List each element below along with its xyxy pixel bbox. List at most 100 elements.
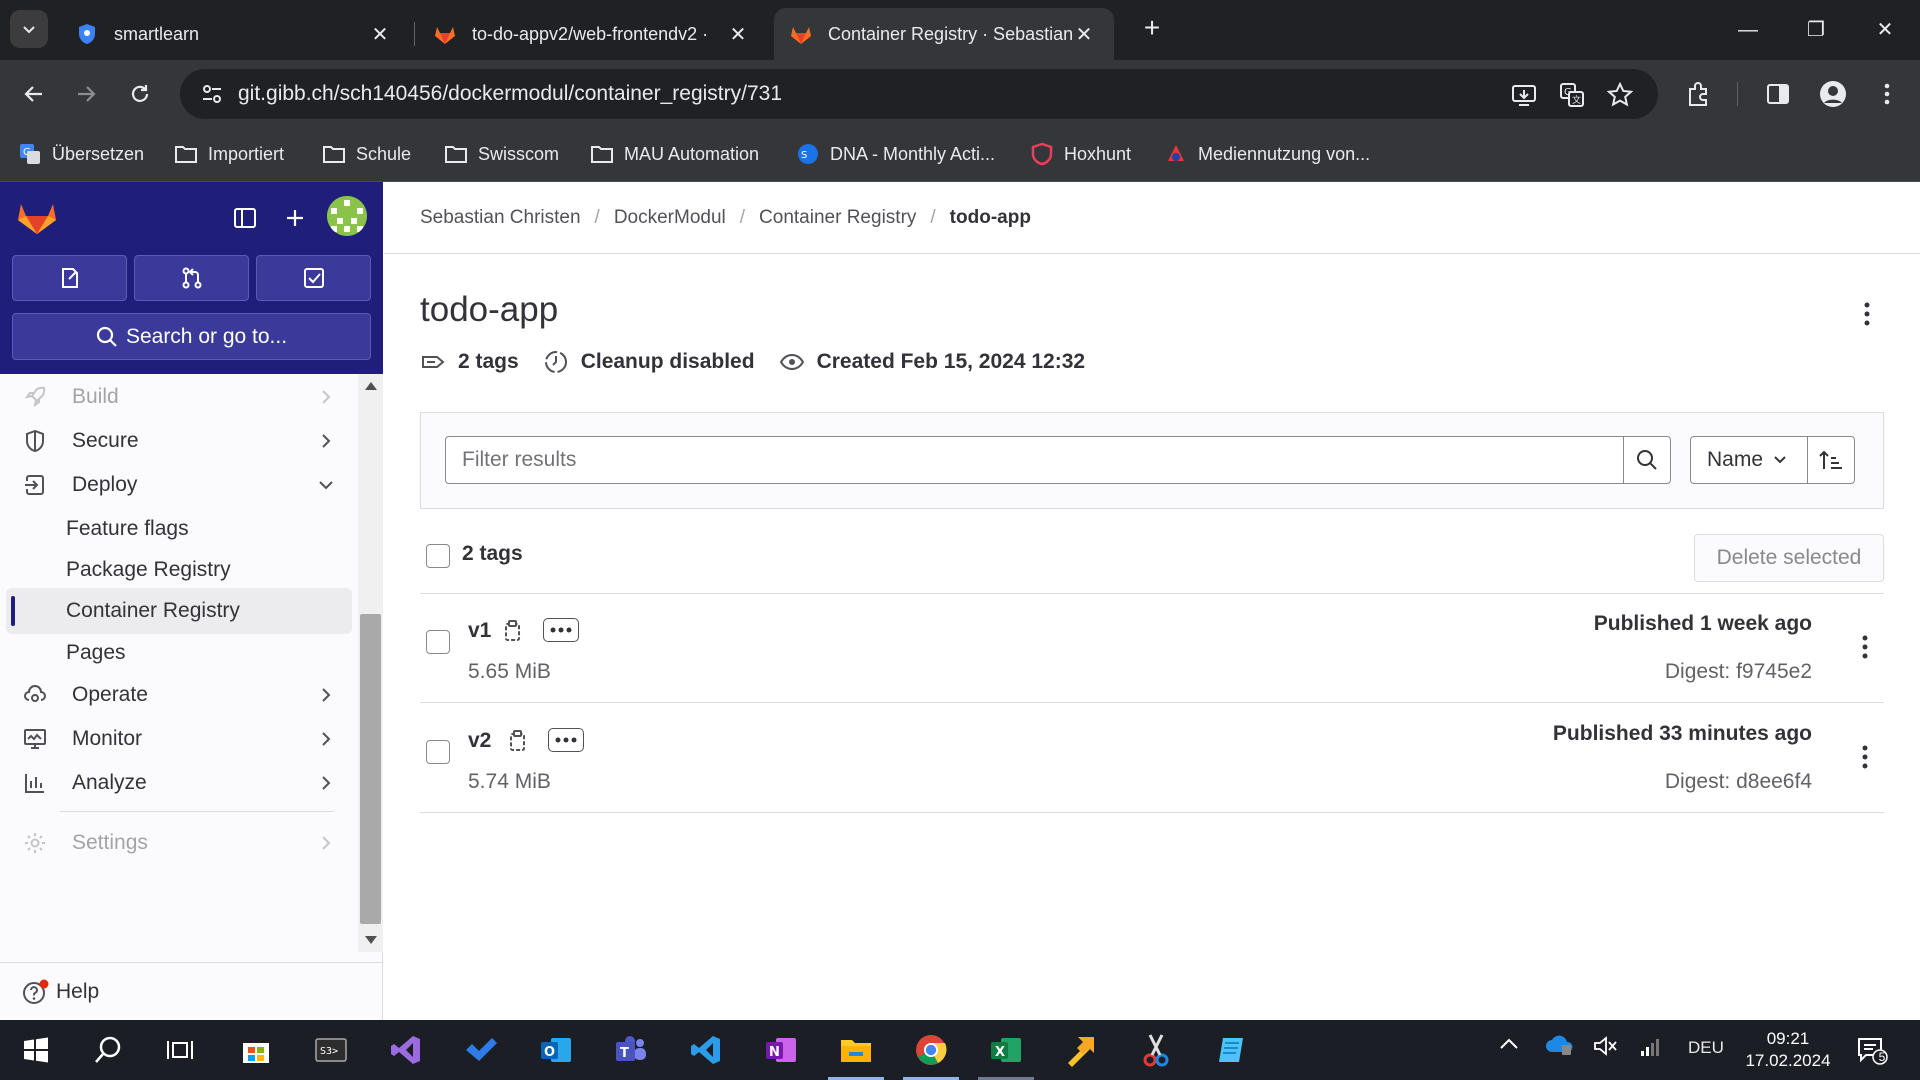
notepad-icon[interactable] [1209,1028,1253,1072]
notification-center-icon[interactable]: 5 [1850,1028,1894,1072]
bookmark-dna[interactable]: S DNA - Monthly Acti... [796,139,995,169]
browser-tab-container-registry[interactable]: Container Registry · Sebastian C ✕ [774,8,1114,60]
create-new-icon[interactable] [277,200,313,236]
tag-actions-button[interactable] [1850,737,1880,777]
sidebar-scrollbar[interactable] [358,374,383,952]
teams-icon[interactable]: T [609,1028,653,1072]
help-button[interactable]: Help [0,962,383,1020]
close-icon[interactable]: ✕ [1072,22,1096,47]
search-icon[interactable] [86,1028,130,1072]
translate-icon[interactable]: G文 [1558,81,1586,109]
bookmark-label: Hoxhunt [1064,143,1132,164]
bookmark-uebersetzen[interactable]: G Übersetzen [18,139,144,169]
profile-icon[interactable] [1815,76,1851,112]
avatar[interactable] [327,196,367,236]
back-button[interactable] [16,76,52,112]
merge-requests-button[interactable] [134,255,249,301]
new-tab-button[interactable]: + [1136,12,1168,44]
sidebar-item-secure[interactable]: Secure [6,418,352,464]
bookmark-swisscom[interactable]: Swisscom [444,139,559,169]
microsoft-store-icon[interactable] [234,1028,278,1072]
snipping-tool-icon[interactable] [1134,1028,1178,1072]
terminal-icon[interactable]: S3> [309,1028,353,1072]
todo-button[interactable] [256,255,371,301]
tray-overflow-chevron-icon[interactable] [1498,1036,1520,1056]
sort-by-dropdown[interactable]: Name [1690,436,1808,484]
gitlab-logo-icon[interactable] [16,196,58,238]
system-clock[interactable]: 09:21 17.02.2024 [1740,1028,1836,1072]
onenote-icon[interactable]: N [759,1028,803,1072]
sidebar-item-container-registry[interactable]: Container Registry [6,588,352,634]
browser-menu-icon[interactable] [1869,76,1905,112]
sidebar-item-operate[interactable]: Operate [6,672,352,718]
sidebar-item-deploy[interactable]: Deploy [6,462,352,508]
volume-muted-icon[interactable] [1592,1034,1618,1063]
bookmark-schule[interactable]: Schule [322,139,411,169]
breadcrumb-item-current[interactable]: todo-app [950,207,1031,229]
address-bar[interactable]: git.gibb.ch/sch140456/dockermodul/contai… [180,69,1658,119]
scroll-down-arrow-icon[interactable] [365,936,377,944]
bookmark-mau-automation[interactable]: MAU Automation [590,139,759,169]
expand-details-button[interactable] [543,618,579,642]
search-or-go-to-button[interactable]: Search or go to... [12,313,371,360]
visual-studio-icon[interactable] [384,1028,428,1072]
excel-icon[interactable]: X [984,1028,1028,1072]
install-app-icon[interactable] [1510,81,1538,109]
repository-actions-button[interactable] [1852,294,1882,334]
sidebar-item-pages[interactable]: Pages [6,630,352,676]
bookmark-mediennutzung[interactable]: Mediennutzung von... [1164,139,1370,169]
issues-button[interactable] [12,255,127,301]
bookmark-hoxhunt[interactable]: Hoxhunt [1030,139,1131,169]
expand-details-button[interactable] [548,728,584,752]
copy-icon[interactable] [505,728,531,754]
input-language[interactable]: DEU [1688,1038,1724,1058]
side-panel-icon[interactable] [1760,76,1796,112]
browser-tab-smartlearn[interactable]: smartlearn ✕ [60,8,410,60]
close-icon[interactable]: ✕ [726,22,750,47]
breadcrumb-item-project[interactable]: DockerModul [614,207,726,229]
close-icon[interactable]: ✕ [368,22,392,47]
bookmark-star-icon[interactable] [1606,81,1634,109]
task-view-icon[interactable] [158,1028,202,1072]
reload-button[interactable] [122,76,158,112]
minimize-icon[interactable]: — [1725,12,1771,48]
app-icon[interactable] [1059,1028,1103,1072]
tab-search-button[interactable] [10,10,48,48]
breadcrumb-item-container-registry[interactable]: Container Registry [759,207,916,229]
window-close-icon[interactable]: ✕ [1862,12,1908,48]
outlook-icon[interactable]: O [534,1028,578,1072]
delete-selected-button[interactable]: Delete selected [1694,534,1884,582]
vscode-icon[interactable] [684,1028,728,1072]
todo-icon[interactable] [459,1028,503,1072]
sort-direction-button[interactable] [1807,436,1855,484]
browser-tab-web-frontend[interactable]: to-do-appv2/web-frontendv2 · ✕ [418,8,768,60]
sidebar-item-monitor[interactable]: Monitor [6,716,352,762]
site-info-icon[interactable] [188,69,236,119]
onedrive-cloud-icon[interactable] [1544,1034,1574,1061]
tag-checkbox[interactable] [426,740,450,764]
scroll-up-arrow-icon[interactable] [365,382,377,390]
breadcrumb-item-user[interactable]: Sebastian Christen [420,207,581,229]
network-signal-icon[interactable] [1638,1034,1664,1063]
filter-results-input[interactable]: Filter results [445,436,1624,484]
chrome-icon[interactable] [909,1028,953,1072]
bookmark-importiert[interactable]: Importiert [174,139,284,169]
sidebar-item-settings[interactable]: Settings [6,820,352,866]
copy-icon[interactable] [500,618,526,644]
tag-actions-button[interactable] [1850,627,1880,667]
file-explorer-icon[interactable] [834,1028,878,1072]
extensions-icon[interactable] [1680,76,1716,112]
restore-icon[interactable]: ❐ [1793,12,1839,48]
forward-button[interactable] [68,76,104,112]
sidebar-item-build[interactable]: Build [6,374,352,420]
tag-checkbox[interactable] [426,630,450,654]
todo-check-icon [303,268,324,288]
filter-search-button[interactable] [1623,436,1671,484]
sidebar-item-package-registry[interactable]: Package Registry [6,547,352,593]
select-all-checkbox[interactable] [426,544,450,568]
collapse-sidebar-icon[interactable] [227,200,263,236]
scrollbar-thumb[interactable] [360,614,381,924]
start-icon[interactable] [14,1028,58,1072]
sidebar-item-analyze[interactable]: Analyze [6,760,352,806]
sidebar-item-feature-flags[interactable]: Feature flags [6,506,352,552]
